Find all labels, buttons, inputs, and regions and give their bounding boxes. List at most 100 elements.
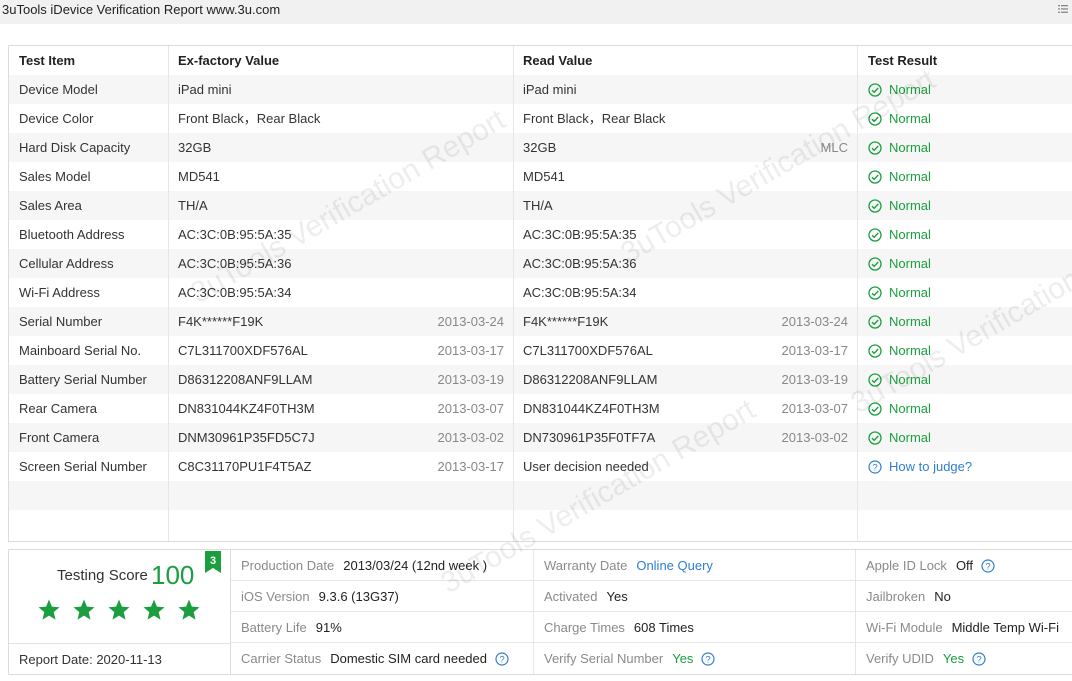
info-value: No <box>934 589 951 604</box>
column-header: Ex-factory Value <box>178 53 280 68</box>
read-date <box>749 220 848 249</box>
ex-factory-value: C7L311700XDF576AL <box>178 343 308 358</box>
info-value: 91% <box>315 620 342 635</box>
test-result: Normal <box>868 365 931 394</box>
star-icon <box>108 599 130 620</box>
test-result: Normal <box>868 336 931 365</box>
how-to-judge-link[interactable]: How to judge? <box>889 452 972 481</box>
help-icon[interactable]: ? <box>868 459 882 474</box>
read-date <box>749 75 848 104</box>
test-item: Cellular Address <box>19 256 114 271</box>
test-item: Sales Model <box>19 169 91 184</box>
test-result: Normal <box>868 133 931 162</box>
test-item: Screen Serial Number <box>19 459 147 474</box>
read-date: 2013-03-07 <box>781 401 849 416</box>
test-result[interactable]: ? How to judge? <box>868 452 972 481</box>
read-date <box>749 104 848 133</box>
read-date <box>749 162 848 191</box>
read-date <box>749 249 848 278</box>
svg-text:?: ? <box>872 462 877 473</box>
column-divider <box>855 550 856 674</box>
ex-factory-date: 2013-03-17 <box>437 343 505 358</box>
test-item: Device Color <box>19 111 94 126</box>
report-date: Report Date: 2020-11-13 <box>9 643 230 674</box>
test-item: Battery Serial Number <box>19 372 147 387</box>
test-result: Normal <box>868 307 931 336</box>
info-label: Carrier Status <box>241 651 322 666</box>
info-row: Carrier Status Domestic SIM card needed? V… <box>231 643 1072 674</box>
read-value: DN831044KZ4F0TH3M <box>523 401 660 416</box>
summary-panel: Testing Score 100 3 Report Date: 2020-11… <box>8 549 1072 675</box>
column-header: Test Result <box>868 53 938 68</box>
result-text: Normal <box>889 140 931 155</box>
ex-factory-value: DNM30961P35FD5C7J <box>178 430 315 445</box>
test-result: Normal <box>868 423 931 452</box>
info-field: Verify UDID Yes? <box>866 643 986 674</box>
info-row: iOS Version 9.3.6 (13G37) Activated Yes Jail… <box>231 581 1072 612</box>
score-badge: 3 <box>205 551 221 573</box>
svg-text:?: ? <box>706 654 711 665</box>
column-divider <box>168 46 169 541</box>
ex-factory-date: 2013-03-17 <box>437 459 505 474</box>
help-icon[interactable]: ? <box>981 558 995 573</box>
info-field: Charge Times 608 Times <box>544 612 694 643</box>
ex-factory-value: AC:3C:0B:95:5A:34 <box>178 285 292 300</box>
read-value: MD541 <box>523 169 565 184</box>
read-value: C7L311700XDF576AL <box>523 343 653 358</box>
info-field: Verify Serial Number Yes? <box>544 643 716 674</box>
test-item: Front Camera <box>19 430 100 445</box>
ex-factory-value: F4K******F19K <box>178 314 264 329</box>
info-label: Wi-Fi Module <box>866 620 943 635</box>
score-label: Testing Score <box>57 567 148 584</box>
result-text: Normal <box>889 169 931 184</box>
ex-factory-date: 2013-03-02 <box>437 430 505 445</box>
test-item: Mainboard Serial No. <box>19 343 142 358</box>
info-label: Battery Life <box>241 620 307 635</box>
window-title: 3uTools iDevice Verification Report www.… <box>2 2 281 17</box>
check-circle-icon <box>868 256 882 271</box>
ex-factory-date <box>404 278 504 307</box>
test-item: Rear Camera <box>19 401 98 416</box>
result-text: Normal <box>889 198 931 213</box>
star-icon <box>73 599 95 620</box>
info-field: Warranty Date Online Query <box>544 550 713 581</box>
ex-factory-value: MD541 <box>178 169 220 184</box>
read-date: 2013-03-17 <box>781 343 849 358</box>
ex-factory-value: DN831044KZ4F0TH3M <box>178 401 315 416</box>
read-value: DN730961P35F0TF7A <box>523 430 656 445</box>
info-value: 608 Times <box>633 620 694 635</box>
score-badge-text: 3 <box>210 555 216 567</box>
info-value: 2013/03/24 (12nd week ) <box>343 558 488 573</box>
result-text: Normal <box>889 314 931 329</box>
test-result: Normal <box>868 104 931 133</box>
help-icon[interactable]: ? <box>701 651 716 666</box>
read-date <box>749 191 848 220</box>
info-field: Wi-Fi Module Middle Temp Wi-Fi <box>866 612 1059 643</box>
result-text: Normal <box>889 372 931 387</box>
read-date: 2013-03-02 <box>781 430 849 445</box>
test-item: Serial Number <box>19 314 103 329</box>
info-row: Production Date 2013/03/24 (12nd week ) Wa… <box>231 550 1072 581</box>
result-text: Normal <box>889 111 931 126</box>
help-icon[interactable]: ? <box>495 651 509 666</box>
ex-factory-value: C8C31170PU1F4T5AZ <box>178 459 312 474</box>
result-text: Normal <box>889 82 931 97</box>
test-result: Normal <box>868 162 931 191</box>
result-text: Normal <box>889 256 931 271</box>
list-icon[interactable] <box>1058 4 1068 14</box>
read-value: 32GB <box>523 140 557 155</box>
online-query-link[interactable]: Online Query <box>636 550 713 581</box>
ex-factory-value: Front Black，Rear Black <box>178 111 321 126</box>
help-icon[interactable]: ? <box>972 651 986 666</box>
ex-factory-date <box>404 133 504 162</box>
ex-factory-date <box>404 162 504 191</box>
info-label: Verify UDID <box>866 651 934 666</box>
read-value: TH/A <box>523 198 553 213</box>
ex-factory-date: 2013-03-24 <box>437 314 505 329</box>
info-label: Apple ID Lock <box>866 558 947 573</box>
check-circle-icon <box>868 111 882 126</box>
check-circle-icon <box>868 227 882 242</box>
check-circle-icon <box>868 82 882 97</box>
info-field: Production Date 2013/03/24 (12nd week ) <box>241 550 487 581</box>
info-label: Jailbroken <box>866 589 926 604</box>
